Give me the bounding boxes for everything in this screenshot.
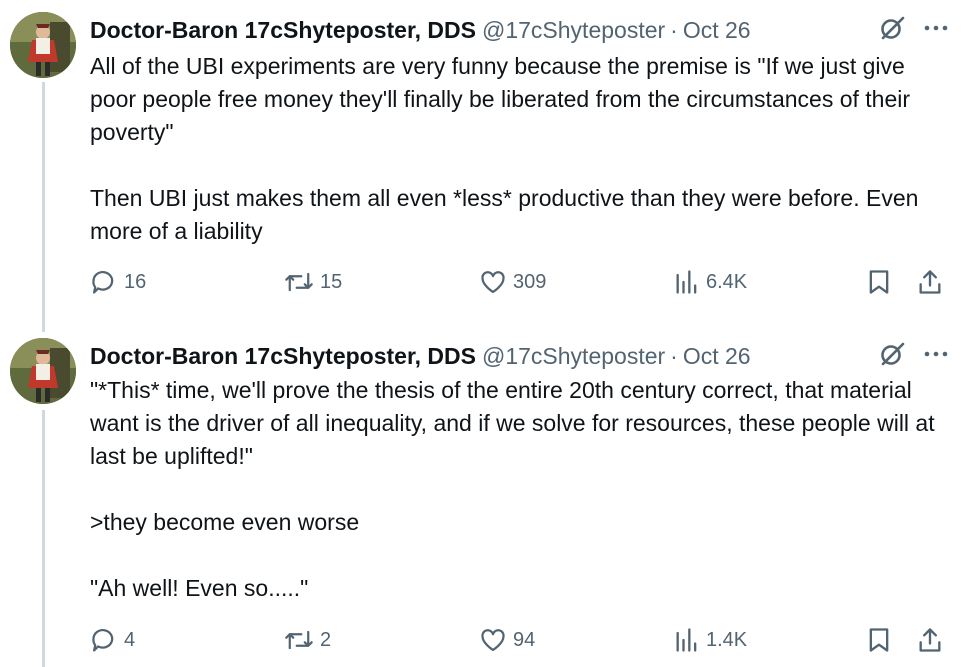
- separator-dot: ·: [670, 16, 678, 43]
- bookmark-button[interactable]: [866, 268, 892, 296]
- repost-button[interactable]: 2: [284, 626, 331, 654]
- views-button[interactable]: 1.4K: [674, 626, 747, 654]
- tweet-header: Doctor-Baron 17cShyteposter, DDS @17cShy…: [90, 12, 751, 48]
- views-count: 1.4K: [706, 628, 748, 651]
- heart-icon: [479, 626, 507, 654]
- avatar[interactable]: [10, 12, 76, 78]
- handle[interactable]: @17cShyteposter: [482, 17, 665, 44]
- avatar-image: [10, 338, 76, 404]
- avatar-image: [10, 12, 76, 78]
- avatar[interactable]: [10, 338, 76, 404]
- repost-button[interactable]: 15: [284, 268, 342, 296]
- views-icon: [674, 268, 700, 296]
- reply-button[interactable]: 16: [90, 268, 146, 296]
- display-name[interactable]: Doctor-Baron 17cShyteposter, DDS: [90, 343, 476, 370]
- reply-count: 4: [124, 628, 136, 651]
- views-icon: [674, 626, 700, 654]
- tweet-paragraph: >they become even worse: [90, 509, 360, 535]
- like-count: 309: [513, 270, 547, 293]
- tweet-paragraph: Then UBI just makes them all even *less*…: [90, 185, 919, 244]
- reply-count: 16: [124, 270, 147, 293]
- thread-line-bottom: [42, 410, 45, 667]
- reply-icon: [90, 626, 118, 654]
- grok-icon[interactable]: [878, 14, 906, 42]
- share-button[interactable]: [916, 268, 944, 296]
- more-icon[interactable]: [924, 24, 948, 32]
- bookmark-icon: [866, 626, 892, 654]
- tweet-header: Doctor-Baron 17cShyteposter, DDS @17cShy…: [90, 338, 751, 374]
- heart-icon: [479, 268, 507, 296]
- share-button[interactable]: [916, 626, 944, 654]
- tweet-text: "*This* time, we'll prove the thesis of …: [90, 374, 950, 605]
- thread-line-top: [42, 82, 45, 332]
- like-count: 94: [513, 628, 536, 651]
- more-icon[interactable]: [924, 350, 948, 358]
- timestamp[interactable]: Oct 26: [683, 343, 751, 370]
- repost-count: 15: [320, 270, 343, 293]
- handle[interactable]: @17cShyteposter: [482, 343, 665, 370]
- views-button[interactable]: 6.4K: [674, 268, 747, 296]
- tweet-paragraph: All of the UBI experiments are very funn…: [90, 53, 911, 145]
- tweet-top-icons: [878, 340, 948, 368]
- like-button[interactable]: 309: [479, 268, 546, 296]
- grok-icon[interactable]: [878, 340, 906, 368]
- separator-dot: ·: [670, 342, 678, 369]
- reply-icon: [90, 268, 118, 296]
- bookmark-icon: [866, 268, 892, 296]
- timestamp[interactable]: Oct 26: [683, 17, 751, 44]
- repost-count: 2: [320, 628, 332, 651]
- tweet-paragraph: "Ah well! Even so.....": [90, 575, 309, 601]
- share-icon: [916, 268, 944, 296]
- repost-icon: [284, 626, 314, 654]
- tweet-top-icons: [878, 14, 948, 42]
- share-icon: [916, 626, 944, 654]
- like-button[interactable]: 94: [479, 626, 535, 654]
- tweet-paragraph: "*This* time, we'll prove the thesis of …: [90, 377, 935, 469]
- tweet-actions: 16 15 309 6.4K: [90, 268, 950, 298]
- reply-button[interactable]: 4: [90, 626, 135, 654]
- tweet-actions: 4 2 94 1.4K: [90, 626, 950, 656]
- tweet-text: All of the UBI experiments are very funn…: [90, 50, 950, 248]
- views-count: 6.4K: [706, 270, 748, 293]
- repost-icon: [284, 268, 314, 296]
- display-name[interactable]: Doctor-Baron 17cShyteposter, DDS: [90, 17, 476, 44]
- bookmark-button[interactable]: [866, 626, 892, 654]
